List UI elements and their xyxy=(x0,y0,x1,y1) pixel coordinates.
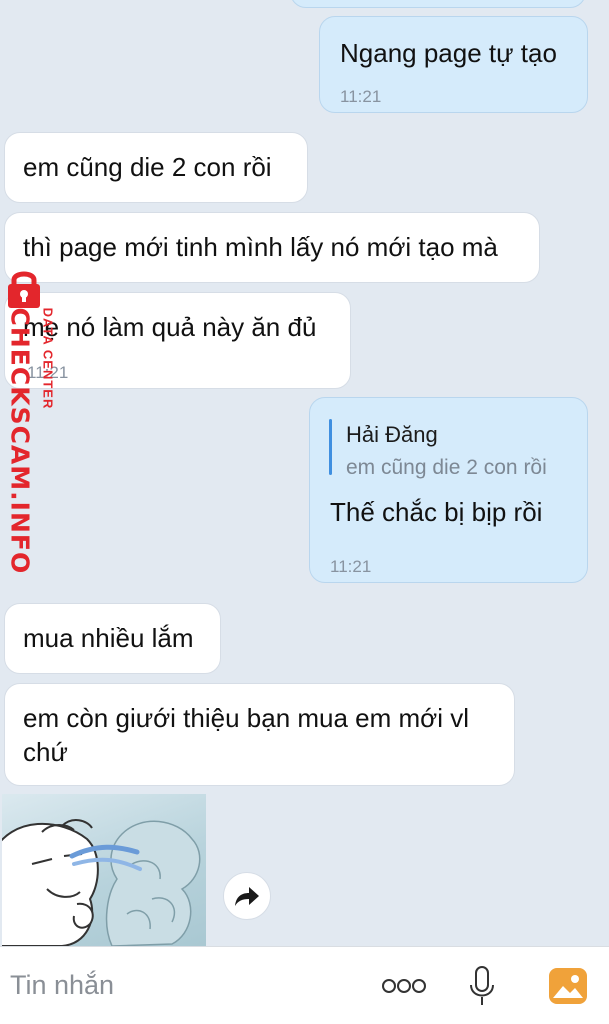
image-gallery-icon[interactable] xyxy=(544,963,592,1009)
message-text: thì page mới tinh mình lấy nó mới tạo mà xyxy=(23,232,498,262)
quote-bar xyxy=(329,419,332,475)
message-text: em cũng die 2 con rồi xyxy=(23,152,272,182)
message-bubble-partial[interactable] xyxy=(290,0,586,8)
sticker-drawing xyxy=(2,819,201,946)
watermark-subtitle: DATA CENTER xyxy=(40,307,56,410)
lock-icon xyxy=(8,271,40,308)
message-text-line: em còn giưới thiệu bạn mua em mới vl xyxy=(23,703,470,733)
sticker-image[interactable] xyxy=(2,794,206,946)
share-forward-icon xyxy=(235,887,259,906)
microphone-icon[interactable] xyxy=(462,963,502,1009)
message-time: 11:21 xyxy=(340,87,382,106)
chat-history[interactable]: Ngang page tự tạo 11:21 em cũng die 2 co… xyxy=(0,0,609,946)
message-time: 11:21 xyxy=(330,557,372,576)
message-bubble-incoming[interactable]: thì page mới tinh mình lấy nó mới tạo mà xyxy=(4,212,540,283)
message-text: Thế chắc bị bịp rồi xyxy=(330,497,543,527)
share-button[interactable] xyxy=(223,872,271,920)
message-input-bar: Tin nhắn xyxy=(0,946,609,1024)
more-dots-icon[interactable] xyxy=(380,971,428,1001)
message-input[interactable]: Tin nhắn xyxy=(10,965,350,1005)
message-bubble-incoming[interactable]: em cũng die 2 con rồi xyxy=(4,132,308,203)
message-bubble-incoming[interactable]: em còn giưới thiệu bạn mua em mới vl chứ xyxy=(4,683,515,786)
message-text: Ngang page tự tạo xyxy=(340,38,557,68)
quote-author: Hải Đăng xyxy=(346,422,438,447)
message-text: mua nhiều lắm xyxy=(23,623,194,653)
message-bubble-outgoing[interactable]: Ngang page tự tạo 11:21 xyxy=(319,16,588,113)
message-bubble-outgoing-reply[interactable]: Hải Đăng em cũng die 2 con rồi Thế chắc … xyxy=(309,397,588,583)
message-text-line: chứ xyxy=(23,737,68,767)
message-bubble-incoming[interactable]: mua nhiều lắm xyxy=(4,603,221,674)
watermark: DATA CENTER CHECKSCAM.INFO xyxy=(0,268,70,575)
watermark-brand: CHECKSCAM.INFO xyxy=(5,307,35,575)
quote-text: em cũng die 2 con rồi xyxy=(346,456,547,479)
